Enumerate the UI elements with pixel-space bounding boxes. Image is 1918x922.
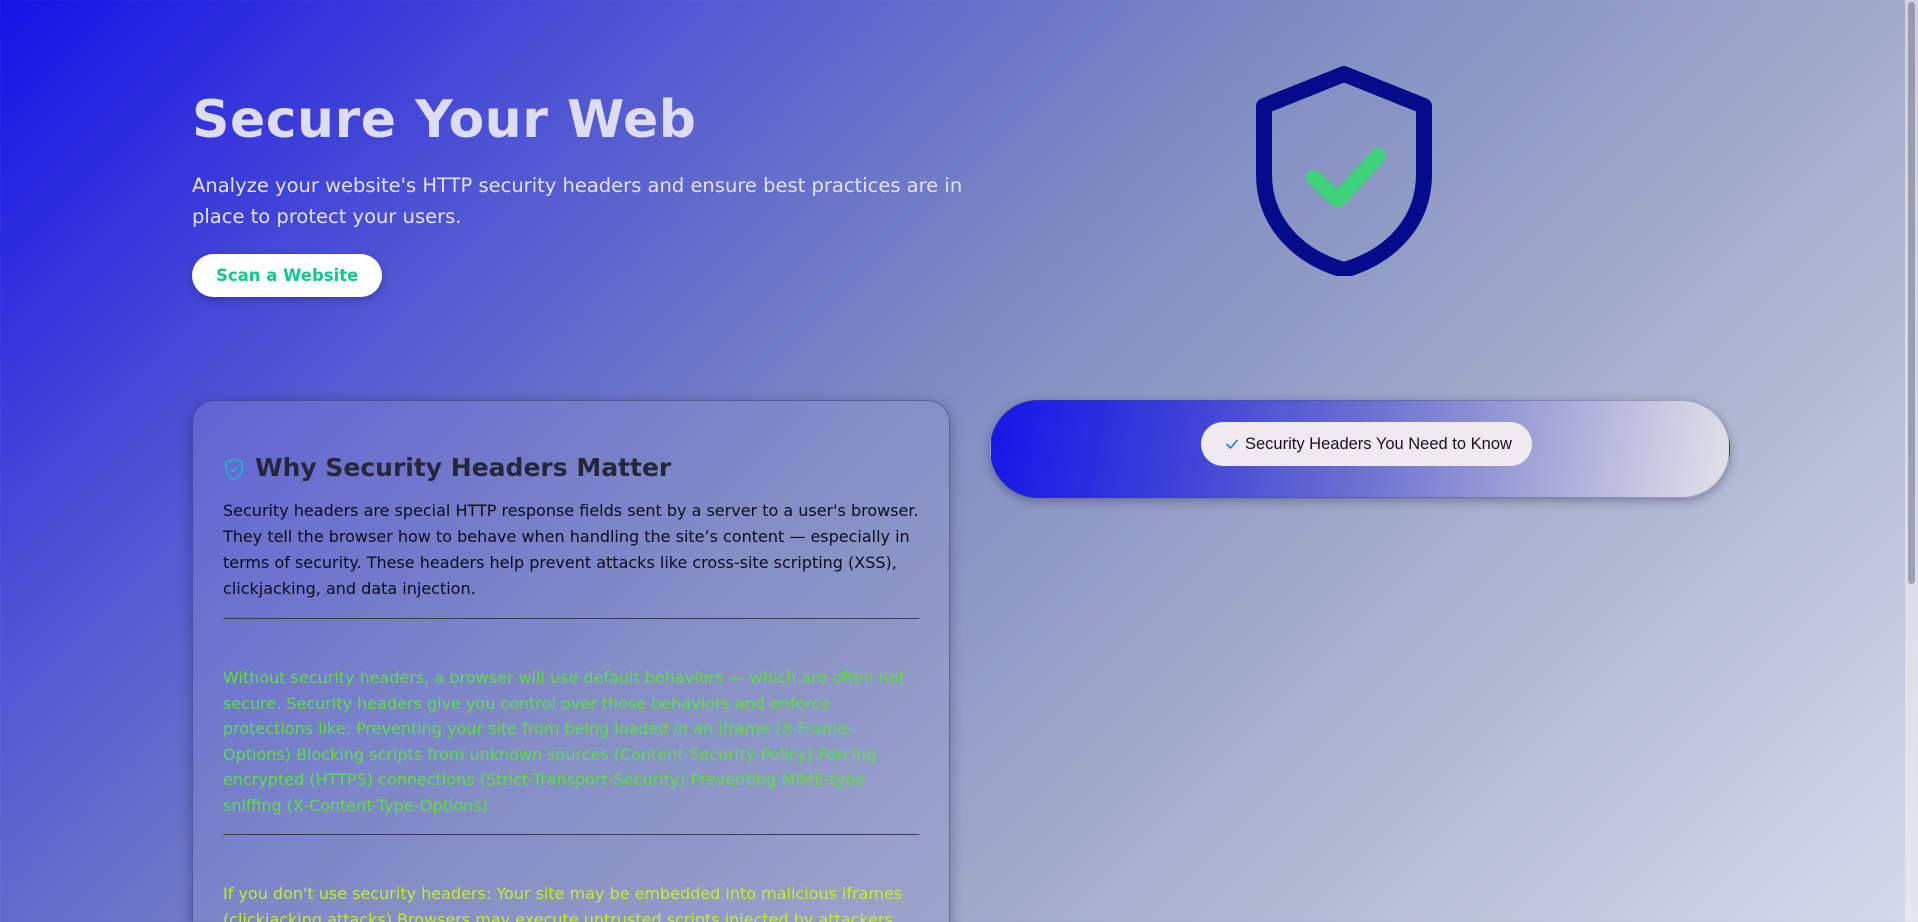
divider	[223, 618, 919, 619]
page-scrollbar[interactable]	[1905, 0, 1918, 922]
check-icon	[1226, 439, 1238, 449]
headers-pill-panel: Security Headers You Need to Know	[990, 400, 1730, 498]
card-heading: Why Security Headers Matter	[223, 453, 919, 482]
scan-website-button[interactable]: Scan a Website	[192, 254, 383, 297]
card-risks-text: If you don't use security headers: Your …	[223, 884, 903, 922]
card-protections-text: Without security headers, a browser will…	[223, 668, 905, 815]
why-headers-card: Why Security Headers Matter Security hea…	[192, 400, 950, 922]
divider	[223, 834, 919, 835]
shield-check-icon	[225, 458, 243, 480]
card-body-text: Security headers are special HTTP respon…	[223, 501, 919, 598]
hero-subtitle: Analyze your website's HTTP security hea…	[192, 174, 963, 228]
card-title: Why Security Headers Matter	[255, 453, 672, 482]
headers-tag[interactable]: Security Headers You Need to Know	[1201, 422, 1532, 466]
scrollbar-thumb[interactable]	[1908, 2, 1915, 584]
hero-title: Secure Your Web	[192, 90, 697, 150]
headers-tag-label: Security Headers You Need to Know	[1245, 434, 1512, 453]
hero-section: Secure Your Web Analyze your website's H…	[192, 90, 972, 297]
shield-check-icon	[1256, 66, 1432, 276]
